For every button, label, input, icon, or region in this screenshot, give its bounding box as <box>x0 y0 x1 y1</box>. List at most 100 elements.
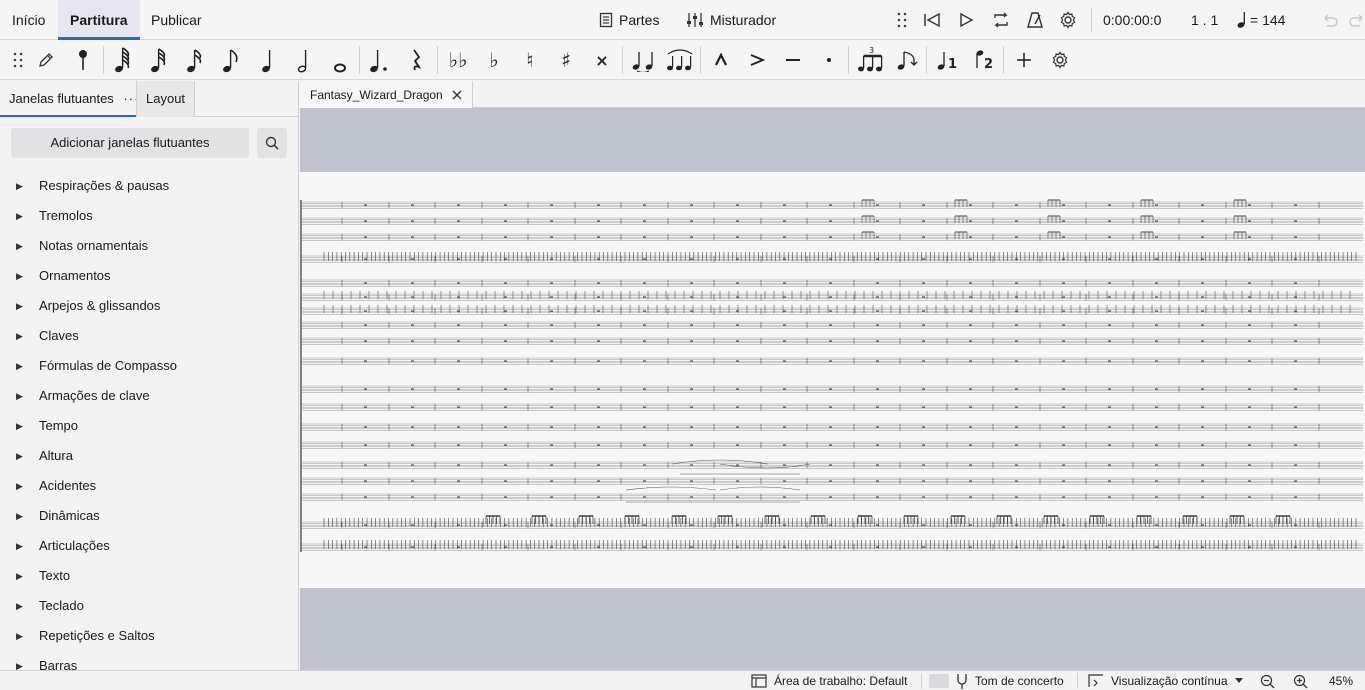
eighth-note-icon[interactable] <box>214 40 250 80</box>
palette-item[interactable]: ▶ Articulações <box>0 531 299 561</box>
palette-item[interactable]: ▶ Tempo <box>0 411 299 441</box>
expand-arrow-icon[interactable]: ▶ <box>16 261 23 291</box>
loop-icon[interactable] <box>992 11 1010 29</box>
palette-item-label: Articulações <box>39 538 110 553</box>
add-palettes-button[interactable]: Adicionar janelas flutuantes <box>11 128 249 158</box>
document-tab-bar: Fantasy_Wizard_Dragon <box>300 81 1365 108</box>
redo-icon[interactable] <box>1348 12 1365 28</box>
16th-note-icon[interactable] <box>178 40 214 80</box>
palette-item-label: Repetições e Saltos <box>39 628 155 643</box>
double-sharp-icon[interactable]: × <box>584 40 620 80</box>
half-note-icon[interactable] <box>286 40 322 80</box>
rewind-icon[interactable] <box>923 12 941 28</box>
palette-item[interactable]: ▶ Arpejos & glissandos <box>0 291 299 321</box>
expand-arrow-icon[interactable]: ▶ <box>16 561 23 591</box>
drag-handle-icon[interactable] <box>897 12 907 28</box>
slur-icon[interactable] <box>662 40 698 80</box>
workspace-selector[interactable]: Área de trabalho: Default <box>751 671 907 690</box>
expand-arrow-icon[interactable]: ▶ <box>16 531 23 561</box>
palette-item-label: Claves <box>39 328 79 343</box>
tab-partitura[interactable]: Partitura <box>58 0 140 40</box>
expand-arrow-icon[interactable]: ▶ <box>16 321 23 351</box>
expand-arrow-icon[interactable]: ▶ <box>16 231 23 261</box>
palette-item[interactable]: ▶ Claves <box>0 321 299 351</box>
mixer-button[interactable]: Misturador <box>686 0 776 40</box>
parts-label: Partes <box>619 12 660 28</box>
voice-1-icon[interactable]: 1 <box>929 40 965 80</box>
document-tab[interactable]: Fantasy_Wizard_Dragon <box>300 81 473 108</box>
quarter-note-tool-icon[interactable] <box>250 40 286 80</box>
palette-search-button[interactable] <box>257 128 287 158</box>
whole-note-icon[interactable] <box>322 40 358 80</box>
add-icon[interactable] <box>1006 40 1042 80</box>
palette-item[interactable]: ▶ Dinâmicas <box>0 501 299 531</box>
expand-arrow-icon[interactable]: ▶ <box>16 441 23 471</box>
palette-item-label: Notas ornamentais <box>39 238 149 253</box>
marcato-icon[interactable] <box>703 40 739 80</box>
expand-arrow-icon[interactable]: ▶ <box>16 171 23 201</box>
parts-button[interactable]: Partes <box>599 0 659 40</box>
score-canvas[interactable] <box>300 108 1365 670</box>
play-icon[interactable] <box>958 12 974 28</box>
chevron-down-icon <box>1234 678 1243 684</box>
palette-item[interactable]: ▶ Teclado <box>0 591 299 621</box>
voice-2-icon[interactable]: 2 <box>965 40 1001 80</box>
undo-icon[interactable] <box>1321 12 1339 28</box>
palette-item[interactable]: ▶ Texto <box>0 561 299 591</box>
palette-item[interactable]: ▶ Notas ornamentais <box>0 231 299 261</box>
tenuto-icon[interactable] <box>775 40 811 80</box>
palette-item[interactable]: ▶ Acidentes <box>0 471 299 501</box>
expand-arrow-icon[interactable]: ▶ <box>16 411 23 441</box>
expand-arrow-icon[interactable]: ▶ <box>16 591 23 621</box>
flip-direction-icon[interactable] <box>889 40 925 80</box>
64th-note-icon[interactable] <box>106 40 142 80</box>
palette-item[interactable]: ▶ Tremolos <box>0 201 299 231</box>
separator <box>921 673 922 689</box>
view-mode-dropdown[interactable]: Visualização contínua <box>1088 671 1243 690</box>
tuplet-icon[interactable]: 3 <box>853 40 889 80</box>
tab-layout[interactable]: Layout <box>136 81 196 117</box>
toolbar-settings-icon[interactable] <box>1042 40 1078 80</box>
zoom-in-icon[interactable] <box>1293 674 1308 689</box>
concert-pitch-toggle[interactable]: Tom de concerto <box>929 671 1064 690</box>
double-flat-icon[interactable]: ♭♭ <box>440 40 476 80</box>
augmentation-dot-icon[interactable] <box>362 40 398 80</box>
palette-item[interactable]: ▶ Altura <box>0 441 299 471</box>
note-input-pencil-icon[interactable] <box>28 40 64 80</box>
expand-arrow-icon[interactable]: ▶ <box>16 621 23 651</box>
accent-icon[interactable] <box>739 40 775 80</box>
tab-publicar[interactable]: Publicar <box>139 0 214 40</box>
parts-icon <box>599 12 613 28</box>
palette-item[interactable]: ▶ Repetições e Saltos <box>0 621 299 651</box>
close-icon[interactable] <box>452 90 462 100</box>
tab-palettes[interactable]: Janelas flutuantes ··· <box>0 81 149 117</box>
natural-icon[interactable]: ♮ <box>512 40 548 80</box>
quarter-note-icon <box>1237 11 1247 29</box>
palette-item[interactable]: ▶ Respirações & pausas <box>0 171 299 201</box>
expand-arrow-icon[interactable]: ▶ <box>16 351 23 381</box>
input-pin-icon[interactable] <box>65 40 101 80</box>
staccato-icon[interactable] <box>811 40 847 80</box>
expand-arrow-icon[interactable]: ▶ <box>16 471 23 501</box>
palette-item[interactable]: ▶ Armações de clave <box>0 381 299 411</box>
concert-pitch-checkbox[interactable] <box>929 674 949 688</box>
separator <box>1091 8 1092 32</box>
tie-icon[interactable] <box>626 40 662 80</box>
expand-arrow-icon[interactable]: ▶ <box>16 381 23 411</box>
rest-icon[interactable] <box>398 40 434 80</box>
separator <box>437 46 438 74</box>
sharp-icon[interactable]: ♯ <box>548 40 584 80</box>
metronome-icon[interactable] <box>1027 11 1043 29</box>
palette-item-label: Teclado <box>39 598 84 613</box>
flat-icon[interactable]: ♭ <box>476 40 512 80</box>
zoom-out-icon[interactable] <box>1260 674 1275 689</box>
32nd-note-icon[interactable] <box>142 40 178 80</box>
palette-item[interactable]: ▶ Fórmulas de Compasso <box>0 351 299 381</box>
playback-settings-icon[interactable] <box>1059 11 1077 29</box>
zoom-level[interactable]: 45% <box>1329 671 1353 690</box>
expand-arrow-icon[interactable]: ▶ <box>16 291 23 321</box>
tab-inicio[interactable]: Início <box>0 0 57 40</box>
expand-arrow-icon[interactable]: ▶ <box>16 201 23 231</box>
expand-arrow-icon[interactable]: ▶ <box>16 501 23 531</box>
palette-item[interactable]: ▶ Ornamentos <box>0 261 299 291</box>
